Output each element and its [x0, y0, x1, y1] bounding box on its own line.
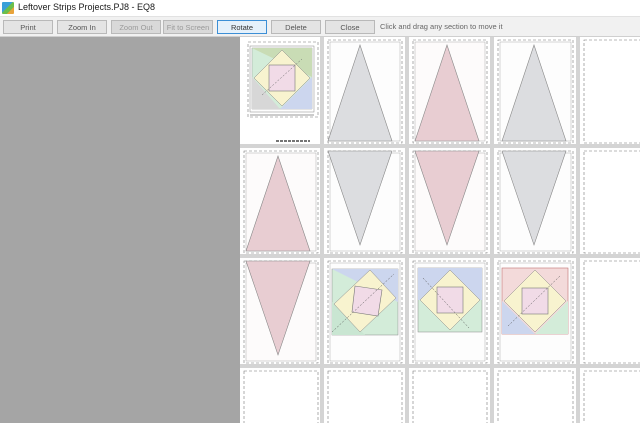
pink-diamond-thumbnail: [412, 39, 488, 144]
empty-page-outline: [583, 260, 640, 364]
print-page-empty[interactable]: [240, 368, 320, 423]
print-page-empty[interactable]: [580, 148, 640, 254]
fit-to-screen-button[interactable]: Fit to Screen: [163, 20, 213, 34]
zoom-in-button[interactable]: Zoom In: [57, 20, 107, 34]
eq8-app-icon: [2, 2, 14, 14]
quilt-block-thumbnail: [497, 260, 574, 364]
gray-diamond-thumbnail: [497, 39, 574, 144]
pink-diamond-thumbnail: [243, 260, 319, 364]
quilt-block-thumbnail: [327, 260, 403, 364]
print-page-diamond[interactable]: [494, 148, 576, 254]
print-page-empty[interactable]: [324, 368, 405, 423]
print-layout-workspace: [240, 37, 640, 423]
title-bar: Leftover Strips Projects.PJ8 - EQ8: [0, 0, 640, 16]
print-page-empty[interactable]: [494, 368, 576, 423]
print-page-diamond[interactable]: [494, 37, 576, 144]
empty-page-outline: [583, 370, 640, 423]
print-page-diamond[interactable]: [240, 258, 320, 364]
empty-page-outline: [243, 370, 319, 423]
print-page-diamond[interactable]: [240, 148, 320, 254]
print-page-block[interactable]: [494, 258, 576, 364]
print-page-empty[interactable]: [409, 368, 490, 423]
window-title: Leftover Strips Projects.PJ8 - EQ8: [18, 2, 156, 12]
quilt-block-thumbnail: [247, 41, 319, 142]
gray-diamond-thumbnail: [327, 150, 403, 254]
print-page-block[interactable]: [409, 258, 490, 364]
zoom-out-button[interactable]: Zoom Out: [111, 20, 161, 34]
print-preview-toolbar: Print Zoom In Zoom Out Fit to Screen Rot…: [0, 16, 640, 37]
rotate-button[interactable]: Rotate: [217, 20, 267, 34]
delete-button[interactable]: Delete: [271, 20, 321, 34]
pink-diamond-thumbnail: [243, 150, 319, 254]
gray-diamond-thumbnail: [327, 39, 403, 144]
quilt-block-thumbnail: [412, 260, 488, 364]
print-page-empty[interactable]: [580, 368, 640, 423]
toolbar-hint: Click and drag any section to move it: [380, 22, 503, 31]
empty-page-outline: [583, 39, 640, 144]
print-page-diamond[interactable]: [324, 37, 405, 144]
empty-page-outline: [583, 150, 640, 254]
print-page-diamond[interactable]: [409, 37, 490, 144]
left-empty-pane: [0, 37, 240, 423]
print-page-block[interactable]: [240, 37, 320, 144]
close-button[interactable]: Close: [325, 20, 375, 34]
print-page-block[interactable]: [324, 258, 405, 364]
print-page-empty[interactable]: [580, 37, 640, 144]
pink-diamond-thumbnail: [412, 150, 488, 254]
print-button[interactable]: Print: [3, 20, 53, 34]
print-page-empty[interactable]: [580, 258, 640, 364]
print-page-diamond[interactable]: [324, 148, 405, 254]
empty-page-outline: [412, 370, 488, 423]
gray-diamond-thumbnail: [497, 150, 574, 254]
print-page-diamond[interactable]: [409, 148, 490, 254]
empty-page-outline: [327, 370, 403, 423]
empty-page-outline: [497, 370, 574, 423]
